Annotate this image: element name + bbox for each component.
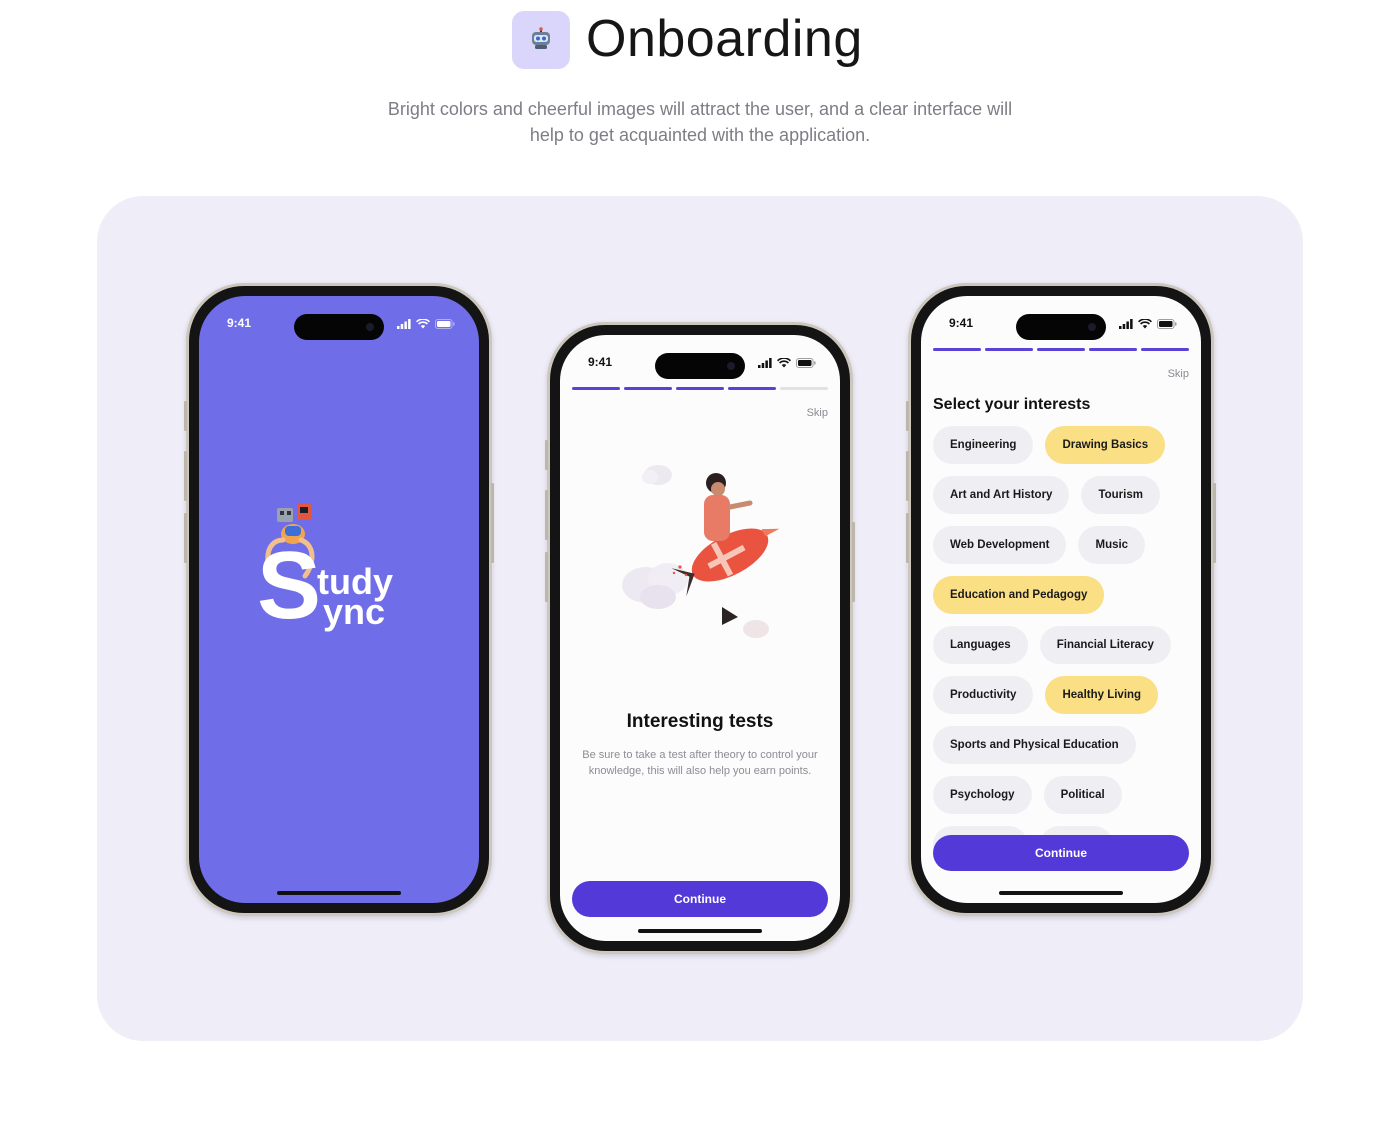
continue-button[interactable]: Continue xyxy=(933,835,1189,871)
wifi-icon xyxy=(416,319,430,329)
interest-chip[interactable]: Healthy Living xyxy=(1045,676,1159,714)
interest-chip[interactable]: Engineering xyxy=(933,426,1034,464)
progress-segment xyxy=(572,387,620,390)
interests-progress xyxy=(933,348,1189,351)
interest-chip[interactable]: Web Development xyxy=(933,526,1067,564)
chip-row: Languages Financial Literacy xyxy=(933,626,1189,664)
interest-chip[interactable]: Financial Literacy xyxy=(1039,626,1171,664)
phone-interests: 9:41 Skip Select your interests Engineer… xyxy=(906,283,1216,916)
subtitle-line-2: help to get acquainted with the applicat… xyxy=(529,125,871,145)
power-button xyxy=(491,483,494,563)
app-icon-tile xyxy=(512,11,570,69)
robot-icon xyxy=(532,27,550,49)
signal-icon xyxy=(397,319,411,329)
chip-row: Engineering Drawing Basics xyxy=(933,426,1189,464)
logo-letter-s: S xyxy=(257,532,322,639)
wifi-icon xyxy=(777,358,791,368)
onboarding-progress xyxy=(572,387,828,390)
progress-segment xyxy=(985,348,1033,351)
progress-segment xyxy=(624,387,672,390)
interest-chip[interactable]: Tourism xyxy=(1081,476,1160,514)
dynamic-island xyxy=(294,314,384,340)
mute-switch xyxy=(545,440,548,470)
interest-chip[interactable]: Art and Art History xyxy=(933,476,1070,514)
dynamic-island xyxy=(1016,314,1106,340)
continue-button[interactable]: Continue xyxy=(572,881,828,917)
onboarding-description: Be sure to take a test after theory to c… xyxy=(582,749,818,777)
interest-chip[interactable]: Education and Pedagogy xyxy=(933,576,1105,614)
page-subtitle: Bright colors and cheerful images will a… xyxy=(350,96,1050,148)
progress-segment xyxy=(676,387,724,390)
rocket-girl-illustration xyxy=(622,465,780,638)
signal-icon xyxy=(758,358,772,368)
interests-screen: 9:41 Skip Select your interests Engineer… xyxy=(921,296,1201,903)
power-button xyxy=(1213,483,1216,563)
subtitle-line-1: Bright colors and cheerful images will a… xyxy=(387,99,1013,119)
battery-icon xyxy=(435,319,455,329)
interest-chip[interactable]: Languages xyxy=(933,626,1028,664)
page-header: Onboarding Bright colors and cheerful im… xyxy=(0,0,1400,160)
battery-icon xyxy=(796,358,816,368)
studysync-logo: S tudy ync xyxy=(257,504,437,658)
chip-row: Web Development Music xyxy=(933,526,1189,564)
volume-up-button xyxy=(184,451,187,501)
status-icons xyxy=(1119,318,1177,330)
interest-chip[interactable]: Drawing Basics xyxy=(1045,426,1166,464)
volume-down-button xyxy=(184,513,187,563)
status-time: 9:41 xyxy=(949,316,974,330)
wifi-icon xyxy=(1138,319,1152,329)
volume-down-button xyxy=(545,552,548,602)
status-time: 9:41 xyxy=(227,316,252,330)
interest-chip[interactable]: Psychology xyxy=(933,776,1032,814)
onboarding-screen: 9:41 Skip Interesting tests Be sure to t… xyxy=(560,335,840,941)
volume-down-button xyxy=(906,513,909,563)
home-indicator xyxy=(999,891,1123,895)
onboarding-title: Interesting tests xyxy=(626,711,774,732)
interest-chip-list: Engineering Drawing Basics Art and Art His… xyxy=(933,426,1189,903)
interest-chip[interactable]: Productivity xyxy=(933,676,1034,714)
phone-onboarding: 9:41 Skip Interesting tests Be sure to t… xyxy=(545,322,855,954)
mute-switch xyxy=(184,401,187,431)
status-time: 9:41 xyxy=(588,355,613,369)
chip-row: Sports and Physical Education xyxy=(933,726,1189,764)
chip-row: Education and Pedagogy xyxy=(933,576,1189,614)
volume-up-button xyxy=(906,451,909,501)
mute-switch xyxy=(906,401,909,431)
progress-segment xyxy=(1037,348,1085,351)
logo-word-ync: ync xyxy=(323,591,386,632)
volume-up-button xyxy=(545,490,548,540)
chip-row: Art and Art History Tourism xyxy=(933,476,1189,514)
splash-screen: 9:41 S tudy ync xyxy=(199,296,479,903)
phone-splash: 9:41 S tudy ync xyxy=(184,283,494,916)
progress-segment xyxy=(1141,348,1189,351)
power-button xyxy=(852,522,855,602)
status-icons xyxy=(397,318,455,330)
page-title: Onboarding xyxy=(586,10,863,68)
home-indicator xyxy=(277,891,401,895)
interest-chip[interactable]: Sports and Physical Education xyxy=(933,726,1136,764)
progress-segment xyxy=(780,387,828,390)
progress-segment xyxy=(1089,348,1137,351)
battery-icon xyxy=(1157,319,1177,329)
skip-button[interactable]: Skip xyxy=(1168,368,1189,380)
progress-segment xyxy=(933,348,981,351)
chip-row: Psychology Political xyxy=(933,776,1189,814)
phone-bezel: 9:41 Skip Select your interests Engineer… xyxy=(911,286,1211,913)
interest-chip[interactable]: Music xyxy=(1078,526,1146,564)
chip-row: Productivity Healthy Living xyxy=(933,676,1189,714)
signal-icon xyxy=(1119,319,1133,329)
home-indicator xyxy=(638,929,762,933)
dynamic-island xyxy=(655,353,745,379)
interest-chip[interactable]: Political xyxy=(1043,776,1122,814)
status-icons xyxy=(758,357,816,369)
progress-segment xyxy=(728,387,776,390)
interests-title: Select your interests xyxy=(933,396,1091,413)
phone-bezel: 9:41 Skip Interesting tests Be sure to t… xyxy=(550,325,850,951)
phone-bezel: 9:41 S tudy ync xyxy=(189,286,489,913)
skip-button[interactable]: Skip xyxy=(807,407,828,419)
